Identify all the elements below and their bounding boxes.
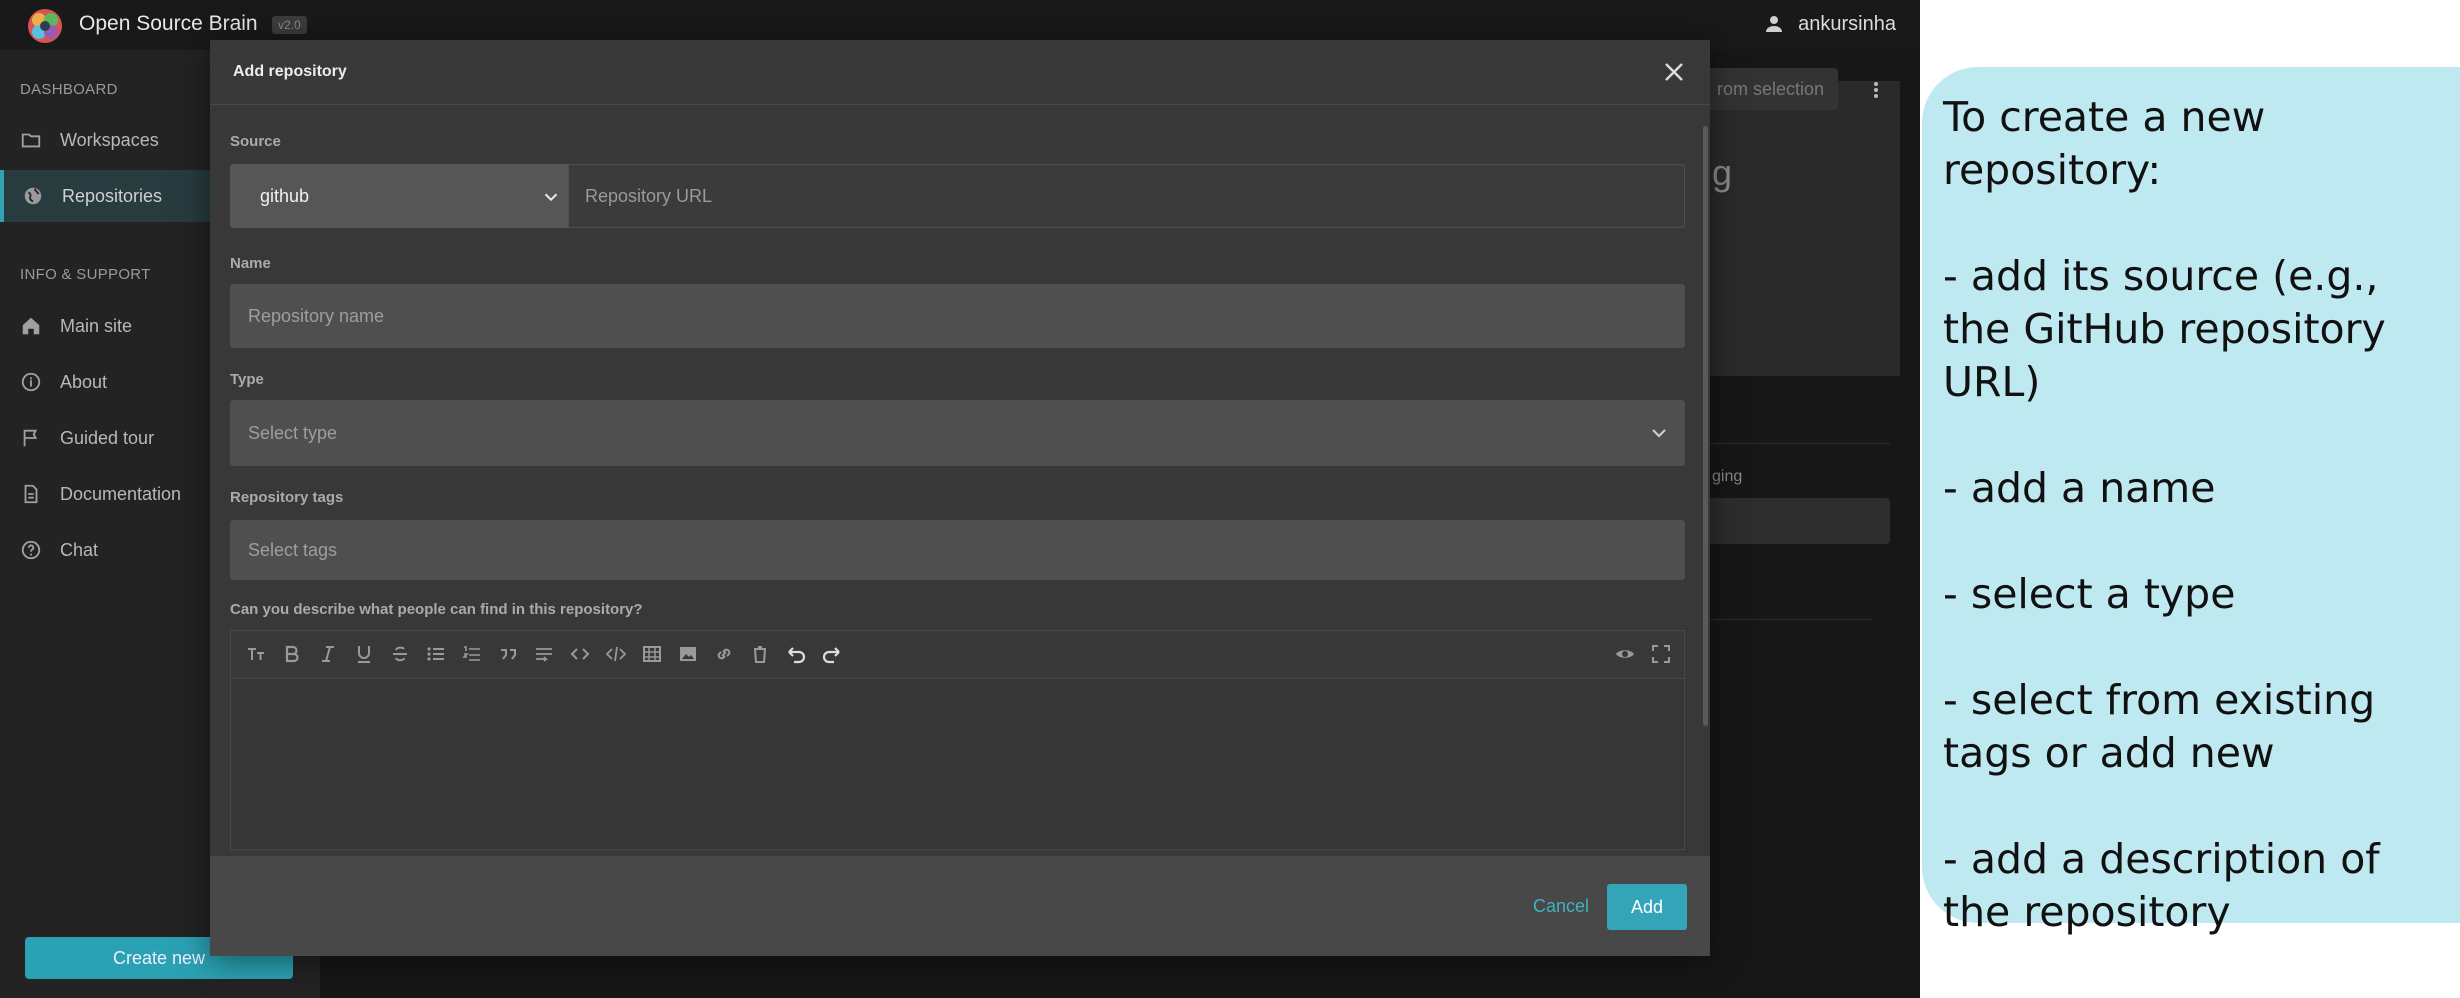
- folder-icon: [21, 133, 41, 148]
- quote-icon[interactable]: [497, 643, 519, 665]
- undo-icon[interactable]: [785, 643, 807, 665]
- version-badge: v2.0: [272, 16, 307, 34]
- image-icon[interactable]: [677, 643, 699, 665]
- source-selected-value: github: [260, 186, 310, 206]
- background-field: [1700, 498, 1890, 544]
- chevron-down-icon: [1652, 429, 1666, 438]
- sidebar-item-label: About: [60, 371, 108, 392]
- sidebar-item-label: Main site: [60, 315, 133, 336]
- background-label: ging: [1712, 468, 1743, 485]
- repository-name-input[interactable]: Repository name: [230, 284, 1685, 348]
- inline-code-icon[interactable]: [569, 643, 591, 665]
- background-selection-button[interactable]: rom selection: [1700, 68, 1838, 110]
- strikethrough-icon[interactable]: [389, 643, 411, 665]
- horizontal-rule-icon[interactable]: [533, 643, 555, 665]
- chevron-down-icon: [544, 193, 558, 202]
- info-icon: [21, 372, 41, 392]
- document-icon: [24, 484, 38, 504]
- help-icon: [21, 540, 41, 560]
- repository-url-input[interactable]: Repository URL: [568, 164, 1685, 228]
- tags-label: Repository tags: [230, 489, 344, 506]
- background-title: g: [1712, 152, 1733, 193]
- heading-icon[interactable]: [245, 643, 267, 665]
- type-select[interactable]: Select type: [230, 400, 1685, 466]
- sidebar-item-label: Chat: [60, 539, 99, 560]
- user-icon: [1766, 16, 1783, 32]
- app-name[interactable]: Open Source Brain: [79, 12, 258, 36]
- sidebar-item-label: Guided tour: [60, 427, 155, 448]
- section-info-support: INFO & SUPPORT: [20, 266, 151, 283]
- dialog-scrollbar[interactable]: [1703, 126, 1708, 726]
- dialog-title: Add repository: [233, 63, 347, 80]
- table-icon[interactable]: [641, 643, 663, 665]
- instruction-text: To create a new repository: - add its so…: [1943, 93, 2386, 936]
- brain-logo-icon[interactable]: [26, 7, 64, 45]
- name-label: Name: [230, 255, 271, 272]
- add-repository-dialog: Add repository Source github Repository …: [210, 40, 1710, 956]
- description-label: Can you describe what people can find in…: [230, 601, 643, 618]
- sidebar-item-label: Repositories: [62, 185, 163, 206]
- redo-icon[interactable]: [821, 643, 843, 665]
- underline-icon[interactable]: [353, 643, 375, 665]
- bulleted-list-icon[interactable]: [425, 643, 447, 665]
- code-block-icon[interactable]: [605, 643, 627, 665]
- section-dashboard: DASHBOARD: [20, 81, 118, 98]
- sidebar-item-label: Workspaces: [60, 129, 159, 150]
- instruction-callout: To create a new repository: - add its so…: [1922, 67, 2460, 936]
- markdown-editor: [230, 630, 1685, 850]
- editor-toolbar: [231, 631, 1684, 679]
- source-label: Source: [230, 133, 281, 150]
- tags-select[interactable]: Select tags: [230, 520, 1685, 580]
- home-icon: [22, 317, 40, 335]
- user-menu[interactable]: ankursinha: [1762, 12, 1896, 36]
- close-icon[interactable]: [1660, 58, 1688, 86]
- delete-icon[interactable]: [749, 643, 771, 665]
- numbered-list-icon[interactable]: [461, 643, 483, 665]
- fullscreen-icon[interactable]: [1650, 643, 1672, 665]
- cancel-button[interactable]: Cancel: [1523, 890, 1599, 923]
- description-textarea[interactable]: [231, 679, 1684, 849]
- link-icon[interactable]: [713, 643, 735, 665]
- more-vert-icon[interactable]: [1866, 80, 1886, 100]
- type-label: Type: [230, 371, 264, 388]
- dialog-footer: Cancel Add: [210, 856, 1710, 956]
- flag-icon: [23, 429, 38, 447]
- globe-icon: [24, 187, 42, 205]
- dialog-header: Add repository: [210, 40, 1710, 105]
- background-divider: [1700, 443, 1890, 444]
- preview-icon[interactable]: [1614, 643, 1636, 665]
- bold-icon[interactable]: [281, 643, 303, 665]
- background-divider: [1700, 619, 1872, 620]
- italic-icon[interactable]: [317, 643, 339, 665]
- username: ankursinha: [1798, 12, 1896, 35]
- source-select[interactable]: github: [230, 164, 568, 228]
- app-window: Open Source Brain v2.0 ankursinha DASHBO…: [0, 0, 1920, 998]
- type-placeholder: Select type: [248, 423, 338, 443]
- add-button[interactable]: Add: [1607, 884, 1687, 930]
- sidebar-item-label: Documentation: [60, 483, 182, 504]
